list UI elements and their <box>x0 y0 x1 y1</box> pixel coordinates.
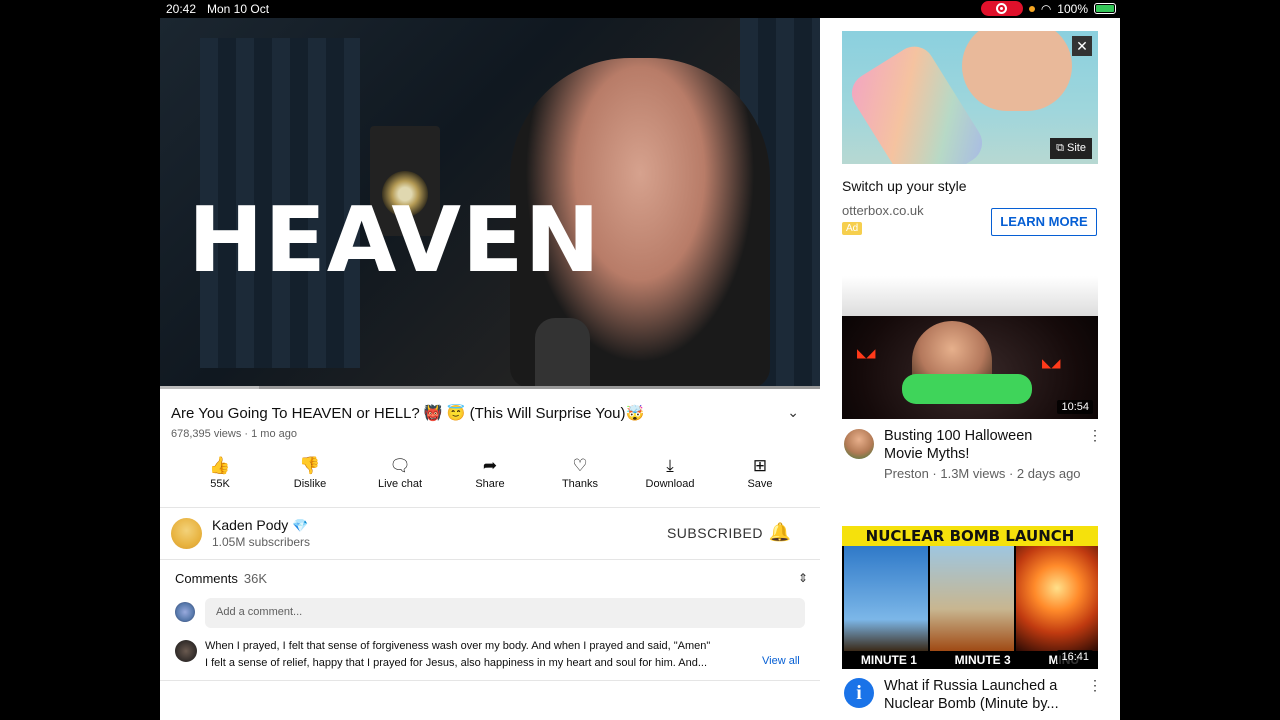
ad-image[interactable]: ✕ ⧉ Site <box>842 31 1098 164</box>
related-video-meta: Preston · 1.3M views · 2 days ago <box>884 466 1081 481</box>
battery-icon <box>1094 3 1116 14</box>
share-button[interactable]: ➦ Share <box>445 456 535 496</box>
status-time: 20:42 <box>166 2 197 16</box>
video-duration: 10:54 <box>1057 400 1093 414</box>
upload-age: 1 mo ago <box>251 428 297 440</box>
more-options-icon[interactable]: ⋮ <box>1088 427 1102 444</box>
progress-fill <box>160 386 259 389</box>
fighter-jet-image <box>844 546 928 651</box>
video-overlay-text: HEAVEN <box>188 188 601 293</box>
bell-icon[interactable]: 🔔 <box>769 522 791 543</box>
battery-percent: 100% <box>1057 1 1088 16</box>
video-progress-bar[interactable] <box>160 386 820 389</box>
subscriber-count: 1.05M subscribers <box>212 535 311 549</box>
thanks-button[interactable]: ♡ Thanks <box>535 456 625 496</box>
view-all-comments-link[interactable]: View all <box>762 655 800 667</box>
download-icon: ⤓ <box>666 456 674 475</box>
mushroom-cloud-image <box>1016 546 1098 651</box>
ad-title[interactable]: Switch up your style <box>842 178 967 194</box>
download-button[interactable]: ⤓ Download <box>625 456 715 496</box>
microphone <box>535 318 590 388</box>
dislike-button[interactable]: 👎 Dislike <box>265 456 355 496</box>
channel-name[interactable]: Kaden Pody 💎 <box>212 517 308 534</box>
channel-row[interactable]: Kaden Pody 💎 1.05M subscribers SUBSCRIBE… <box>171 517 811 551</box>
commenter-avatar <box>175 640 197 662</box>
subscribed-button[interactable]: SUBSCRIBED <box>667 525 763 541</box>
thanks-icon: ♡ <box>572 456 588 475</box>
learn-more-button[interactable]: LEARN MORE <box>991 208 1097 236</box>
status-bar: 20:42 Mon 10 Oct ◠ 100% <box>0 0 1280 18</box>
expand-comments-icon[interactable]: ⇕ <box>798 571 808 585</box>
ad-badge: Ad <box>842 222 863 235</box>
status-date: Mon 10 Oct <box>207 2 270 16</box>
thumbnail-banner: NUCLEAR BOMB LAUNCH <box>842 526 1098 546</box>
video-duration: 16:41 <box>1057 650 1093 664</box>
channel-avatar[interactable] <box>171 518 202 549</box>
more-options-icon[interactable]: ⋮ <box>1088 677 1102 694</box>
visit-site-button[interactable]: ⧉ Site <box>1050 138 1092 159</box>
video-title[interactable]: Are You Going To HEAVEN or HELL? 👹 😇 (Th… <box>171 404 811 422</box>
external-link-icon: ⧉ <box>1056 142 1068 154</box>
red-eyes: ◣◢ <box>857 346 876 360</box>
related-thumbnail[interactable]: ◣◢ ◣◢ 10:54 <box>842 276 1098 419</box>
divider <box>160 680 820 681</box>
video-meta: 678,395 views · 1 mo ago <box>171 428 297 440</box>
related-video-title[interactable]: What if Russia Launched a Nuclear Bomb (… <box>884 677 1074 713</box>
view-count: 678,395 views <box>171 428 242 440</box>
divider <box>160 559 820 560</box>
action-bar: 👍 55K 👎 Dislike 🗨 Live chat ➦ Share ♡ Thanks … <box>175 456 805 496</box>
status-indicators: ◠ 100% <box>980 1 1116 16</box>
wifi-icon: ◠ <box>1040 1 1052 16</box>
red-eyes: ◣◢ <box>1042 356 1061 370</box>
comment-count: 36K <box>243 571 267 586</box>
sidebar: ✕ ⧉ Site Switch up your style otterbox.c… <box>820 18 1120 720</box>
bedsheet <box>842 276 1098 316</box>
diamond-icon: 💎 <box>292 518 309 533</box>
save-button[interactable]: ⊞ Save <box>715 456 805 496</box>
close-ad-icon[interactable]: ✕ <box>1072 36 1092 56</box>
add-comment-input[interactable]: Add a comment... <box>205 598 805 628</box>
channel-avatar[interactable] <box>844 429 874 459</box>
comments-header[interactable]: Comments 36K <box>175 571 267 586</box>
chat-icon: 🗨 <box>389 456 411 475</box>
like-button[interactable]: 👍 55K <box>175 456 265 496</box>
green-shirt <box>902 374 1032 404</box>
info-icon[interactable]: i <box>844 678 874 708</box>
screen-recording-icon <box>980 1 1023 16</box>
hand-image <box>962 31 1072 111</box>
share-icon: ➦ <box>482 456 498 475</box>
top-comment[interactable]: When I prayed, I felt that sense of forg… <box>205 638 750 672</box>
video-title-row[interactable]: Are You Going To HEAVEN or HELL? 👹 😇 (Th… <box>171 404 811 426</box>
thumbs-up-icon: 👍 <box>209 456 231 475</box>
watch-page: HEAVEN Are You Going To HEAVEN or HELL? … <box>160 18 820 720</box>
missiles-image <box>930 546 1014 651</box>
mic-indicator-icon <box>1028 5 1035 12</box>
user-avatar <box>175 602 195 622</box>
thumbs-down-icon: 👎 <box>299 456 321 475</box>
divider <box>160 507 820 508</box>
related-video-title[interactable]: Busting 100 Halloween Movie Myths! <box>884 427 1074 463</box>
ad-domain: otterbox.co.uk <box>842 203 924 218</box>
video-player[interactable]: HEAVEN <box>160 18 820 388</box>
expand-description-icon[interactable]: ⌄ <box>787 404 799 421</box>
live-chat-button[interactable]: 🗨 Live chat <box>355 456 445 496</box>
save-icon: ⊞ <box>752 456 768 475</box>
related-thumbnail[interactable]: NUCLEAR BOMB LAUNCH MINUTE 1 MINUTE 3 MI… <box>842 526 1098 669</box>
